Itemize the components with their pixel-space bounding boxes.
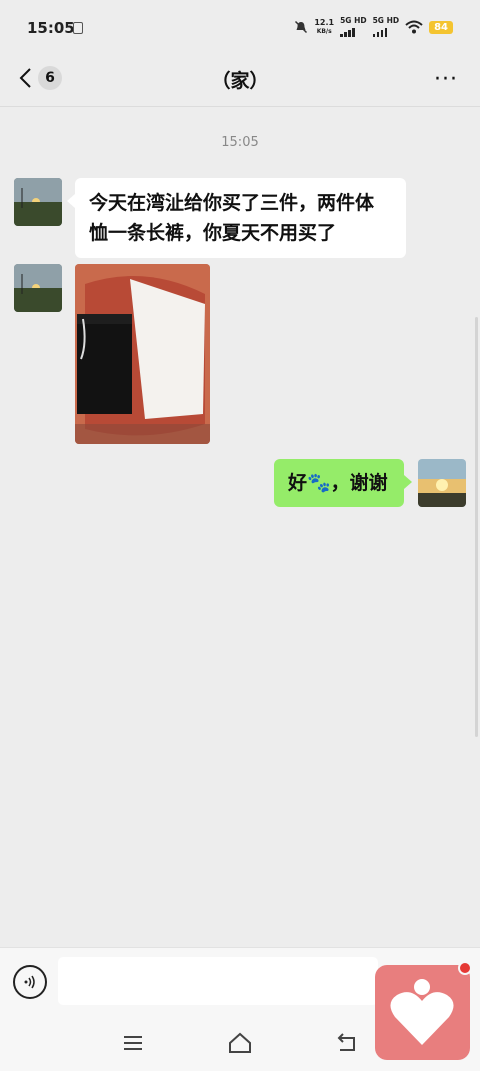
self-avatar[interactable] — [418, 459, 466, 507]
more-icon[interactable]: ··· — [434, 67, 458, 92]
avatar-sunset-image — [14, 264, 62, 312]
voice-icon[interactable] — [13, 965, 47, 999]
home-icon[interactable] — [225, 1028, 255, 1058]
message-timestamp: 15:05 — [221, 135, 259, 150]
message-bubble-incoming[interactable]: 今天在湾沚给你买了三件，两件体恤一条长裤，你夏天不用买了 — [67, 178, 406, 258]
signal-1: 5G HD — [340, 17, 367, 37]
chat-title: （家） — [211, 70, 269, 92]
net-label-1: 5G HD — [340, 16, 367, 25]
signal-2: 5G HD — [372, 16, 400, 37]
net-label-2: 5G HD — [372, 16, 400, 25]
back-nav-icon[interactable] — [332, 1028, 362, 1058]
status-time: 15:05 — [27, 19, 75, 37]
speed-value: 12.1 — [314, 18, 335, 27]
message-list[interactable]: 15:05 今天在湾沚给你买了三件，两件体恤一条长裤，你夏天不用买了 好🐾，谢谢 — [0, 107, 480, 947]
status-bar: 15:05 12.1 KB/s 5G HD 5G HD 84 — [0, 0, 480, 56]
signal-bars-icon — [372, 25, 400, 37]
notification-icon — [73, 22, 83, 34]
clothing-photo — [75, 264, 210, 444]
image-message[interactable] — [75, 264, 210, 444]
speed-unit: KB/s — [316, 28, 332, 35]
wifi-icon — [405, 20, 423, 34]
avatar[interactable] — [14, 178, 62, 226]
avatar-sunset-image — [14, 178, 62, 226]
heart-icon — [390, 979, 454, 1045]
sound-waves-icon — [24, 975, 35, 989]
chat-header: 6 （家） ··· — [0, 56, 480, 107]
message-input[interactable] — [58, 957, 378, 1005]
scrollbar[interactable] — [475, 317, 478, 737]
status-right: 12.1 KB/s 5G HD 5G HD 84 — [294, 17, 453, 37]
mute-bell-icon — [295, 20, 308, 34]
notification-dot — [458, 961, 472, 975]
floating-widget[interactable] — [375, 961, 472, 1060]
battery-indicator: 84 — [429, 20, 453, 34]
signal-bars-icon — [340, 25, 367, 37]
message-bubble-outgoing[interactable]: 好🐾，谢谢 — [274, 459, 412, 507]
menu-icon[interactable] — [118, 1028, 148, 1058]
avatar[interactable] — [14, 264, 62, 312]
avatar-sky-image — [418, 459, 466, 507]
network-speed: 12.1 KB/s — [314, 18, 334, 36]
